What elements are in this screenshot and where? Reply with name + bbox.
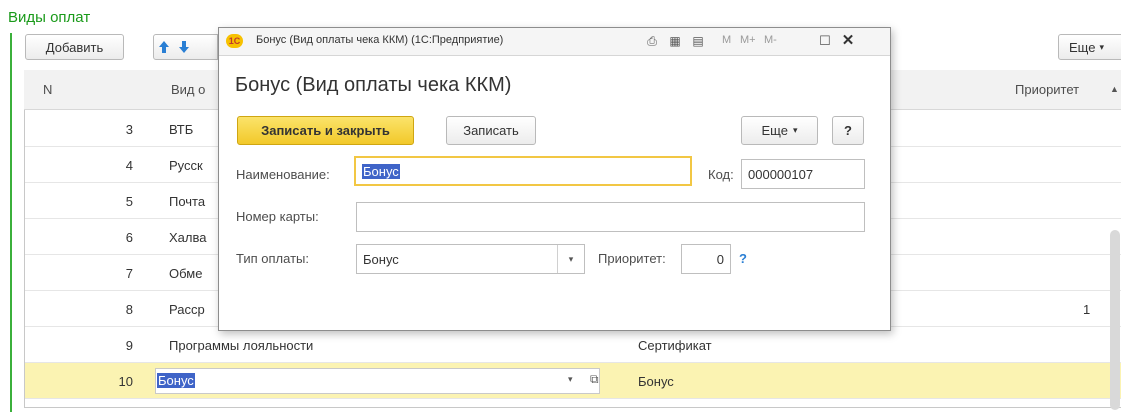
window-title: Бонус (Вид оплаты чека ККМ) (1С:Предприя… bbox=[256, 34, 504, 46]
payment-type-select[interactable]: Бонус ▾ bbox=[356, 244, 585, 274]
table-row[interactable]: 9 Программы лояльности Сертификат bbox=[25, 327, 1121, 363]
arrow-up-icon bbox=[159, 41, 169, 53]
row-name: Расср bbox=[169, 302, 205, 317]
chevron-down-icon: ▾ bbox=[792, 125, 798, 135]
row-number: 5 bbox=[125, 194, 133, 209]
open-link-icon[interactable]: ⧉ bbox=[590, 372, 599, 387]
memory-minus-button[interactable]: M- bbox=[764, 34, 777, 46]
section-accent-bar bbox=[10, 33, 12, 412]
move-down-button[interactable] bbox=[174, 34, 218, 60]
column-header-priority[interactable]: Приоритет bbox=[1015, 82, 1079, 97]
table-scrollbar[interactable] bbox=[1107, 70, 1121, 410]
add-button[interactable]: Добавить bbox=[25, 34, 124, 60]
row-name: Обме bbox=[169, 266, 203, 281]
row-name-selected-text: Бонус bbox=[157, 373, 195, 388]
priority-field[interactable]: 0 bbox=[681, 244, 731, 274]
card-number-field[interactable] bbox=[356, 202, 865, 232]
row-type: Бонус bbox=[638, 374, 674, 389]
priority-value: 0 bbox=[716, 251, 724, 267]
save-button[interactable]: Записать bbox=[446, 116, 536, 145]
memory-plus-button[interactable]: M+ bbox=[740, 34, 756, 46]
code-label: Код: bbox=[708, 167, 734, 182]
name-field-value: Бонус bbox=[362, 163, 400, 179]
row-name-editor[interactable]: Бонус bbox=[155, 368, 600, 394]
move-up-button[interactable] bbox=[153, 34, 175, 60]
payment-type-label: Тип оплаты: bbox=[236, 251, 309, 266]
payment-type-dialog: 1С Бонус (Вид оплаты чека ККМ) (1С:Предп… bbox=[218, 27, 891, 331]
arrow-down-icon bbox=[179, 41, 189, 53]
row-name: Халва bbox=[169, 230, 207, 245]
dropdown-arrow-icon[interactable]: ▾ bbox=[568, 374, 573, 385]
calendar-icon[interactable]: ▤ bbox=[689, 32, 707, 50]
app-logo-icon: 1С bbox=[226, 34, 243, 48]
row-number: 9 bbox=[125, 338, 133, 353]
name-field[interactable]: Бонус bbox=[354, 156, 692, 186]
row-priority: 1 bbox=[1083, 302, 1091, 317]
row-name: Русск bbox=[169, 158, 203, 173]
row-name: Программы лояльности bbox=[169, 338, 314, 353]
more-button[interactable]: Еще ▾ bbox=[1058, 34, 1121, 60]
payment-type-value: Бонус bbox=[363, 251, 399, 267]
save-and-close-button[interactable]: Записать и закрыть bbox=[237, 116, 414, 145]
chevron-down-icon: ▾ bbox=[1099, 41, 1104, 52]
column-header-name[interactable]: Вид о bbox=[171, 82, 205, 97]
dropdown-arrow-icon[interactable]: ▾ bbox=[557, 245, 584, 273]
dialog-more-button[interactable]: Еще ▾ bbox=[741, 116, 818, 145]
scrollbar-thumb[interactable] bbox=[1110, 230, 1120, 410]
dialog-titlebar[interactable]: 1С Бонус (Вид оплаты чека ККМ) (1С:Предп… bbox=[219, 28, 890, 56]
more-button-label: Еще bbox=[1069, 39, 1096, 55]
row-number: 4 bbox=[125, 158, 133, 173]
priority-help-icon[interactable]: ? bbox=[739, 251, 747, 266]
row-number: 8 bbox=[125, 302, 133, 317]
table-row-selected[interactable]: 10 Бонус ▾ ⧉ Бонус bbox=[25, 363, 1121, 399]
close-icon[interactable]: ✕ bbox=[839, 32, 857, 50]
maximize-icon[interactable]: ☐ bbox=[816, 32, 834, 50]
name-label: Наименование: bbox=[236, 167, 330, 182]
row-number: 6 bbox=[125, 230, 133, 245]
column-header-n[interactable]: N bbox=[43, 82, 52, 97]
row-number: 3 bbox=[125, 122, 133, 137]
help-button[interactable]: ? bbox=[832, 116, 864, 145]
card-number-label: Номер карты: bbox=[236, 209, 319, 224]
row-number: 10 bbox=[118, 374, 133, 389]
memory-button[interactable]: M bbox=[722, 34, 731, 46]
form-title: Бонус (Вид оплаты чека ККМ) bbox=[235, 74, 512, 96]
code-field[interactable]: 000000107 bbox=[741, 159, 865, 189]
code-field-value: 000000107 bbox=[748, 166, 814, 182]
calculator-icon[interactable]: ▦ bbox=[666, 32, 684, 50]
row-number: 7 bbox=[125, 266, 133, 281]
print-icon[interactable]: ⎙ bbox=[643, 32, 661, 50]
row-type: Сертификат bbox=[638, 338, 712, 353]
section-title: Виды оплат bbox=[8, 9, 91, 26]
priority-label: Приоритет: bbox=[598, 251, 666, 266]
dialog-more-label: Еще bbox=[761, 123, 788, 138]
row-name: ВТБ bbox=[169, 122, 194, 137]
row-name: Почта bbox=[169, 194, 206, 209]
